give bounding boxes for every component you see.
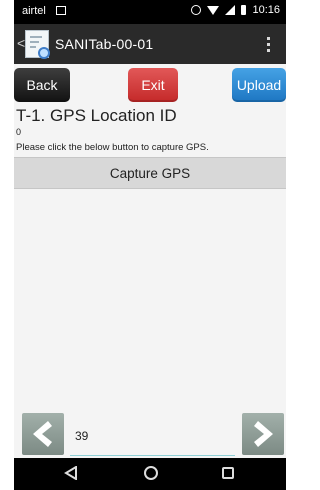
carrier-name: airtel bbox=[22, 5, 46, 17]
wifi-icon bbox=[207, 5, 220, 15]
question-title: T-1. GPS Location ID bbox=[16, 106, 177, 125]
app-logo-icon[interactable] bbox=[25, 30, 50, 59]
upload-button[interactable]: Upload bbox=[232, 68, 286, 102]
alarm-icon bbox=[191, 5, 202, 15]
overflow-menu-icon[interactable] bbox=[267, 37, 270, 52]
chevron-left-icon bbox=[33, 421, 52, 447]
back-button[interactable]: Back bbox=[14, 68, 70, 102]
previous-button[interactable] bbox=[22, 413, 64, 455]
exit-button[interactable]: Exit bbox=[128, 68, 178, 102]
app-bar: < SANITab-00-01 bbox=[14, 24, 286, 64]
nav-recents-icon[interactable] bbox=[222, 467, 234, 479]
next-button[interactable] bbox=[242, 413, 284, 455]
app-screen: airtel 10:16 < SANITab-00-01 Back Exit U… bbox=[14, 0, 286, 490]
status-icons: 10:16 bbox=[191, 4, 280, 16]
capture-gps-button[interactable]: Capture GPS bbox=[14, 157, 286, 189]
sim-icon bbox=[56, 6, 66, 15]
instruction-text: Please click the below button to capture… bbox=[16, 142, 209, 153]
nav-back-icon[interactable] bbox=[64, 466, 78, 480]
nav-home-icon[interactable] bbox=[144, 466, 158, 480]
page-number: 39 bbox=[75, 429, 89, 443]
signal-icon bbox=[225, 5, 236, 15]
status-bar: airtel 10:16 bbox=[14, 0, 286, 24]
chevron-right-icon bbox=[254, 421, 273, 447]
up-navigation-icon[interactable]: < bbox=[17, 35, 25, 51]
system-navigation-bar bbox=[14, 458, 286, 490]
page-divider bbox=[70, 455, 235, 456]
clock: 10:16 bbox=[252, 4, 280, 16]
question-value: 0 bbox=[16, 127, 22, 137]
app-title: SANITab-00-01 bbox=[55, 36, 154, 52]
battery-icon bbox=[241, 5, 247, 15]
